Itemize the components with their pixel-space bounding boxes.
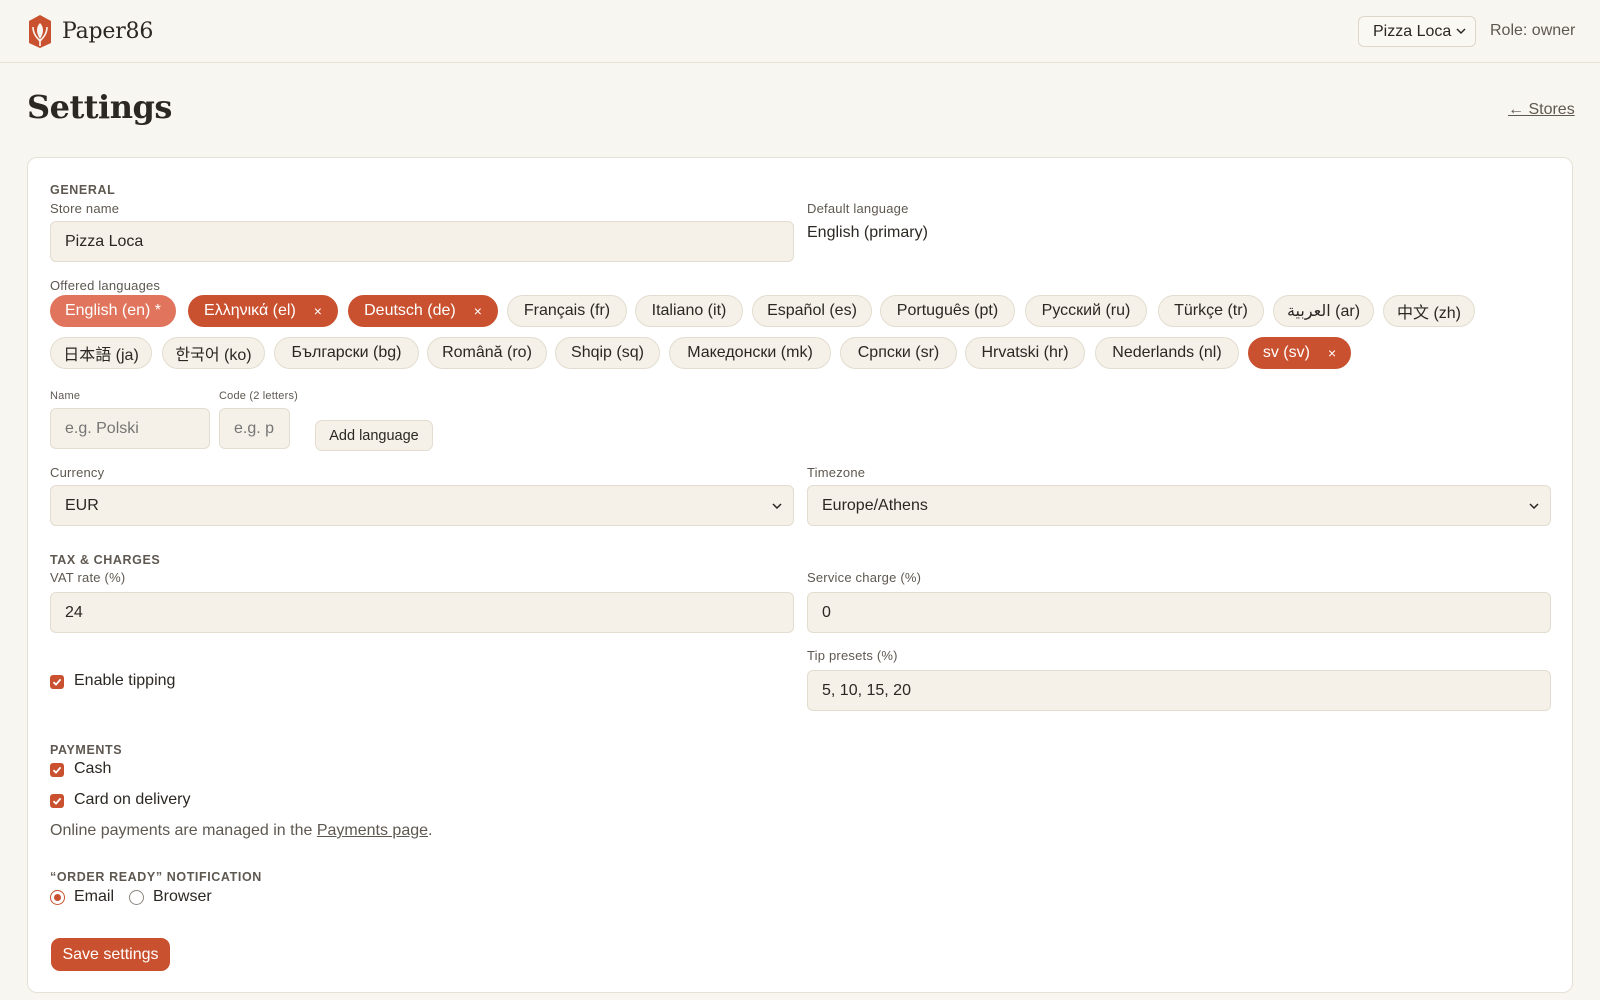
- brand-name: Paper86: [62, 18, 154, 44]
- service-charge-input[interactable]: 0: [807, 592, 1551, 633]
- currency-label: Currency: [50, 465, 105, 480]
- language-chip-es[interactable]: Español (es): [752, 295, 872, 327]
- timezone-select[interactable]: Europe/Athens: [807, 485, 1551, 526]
- timezone-label: Timezone: [807, 465, 866, 480]
- default-language-label: Default language: [807, 201, 909, 216]
- payments-page-link[interactable]: Payments page: [317, 822, 428, 839]
- checkmark-icon: [52, 678, 62, 686]
- tip-presets-label: Tip presets (%): [807, 648, 898, 663]
- language-chip-en[interactable]: English (en) *: [50, 295, 176, 327]
- browser-label: Browser: [153, 888, 212, 905]
- language-chip-mk[interactable]: Македонски (mk): [669, 337, 831, 369]
- currency-select[interactable]: EUR: [50, 485, 794, 526]
- language-chip-tr[interactable]: Türkçe (tr): [1158, 295, 1264, 327]
- offered-languages-label: Offered languages: [50, 278, 161, 293]
- card-on-delivery-checkbox[interactable]: [50, 794, 64, 808]
- section-general: GENERAL: [50, 183, 116, 197]
- store-name-input[interactable]: Pizza Loca: [50, 221, 794, 262]
- service-charge-label: Service charge (%): [807, 570, 922, 585]
- top-bar: Paper86 Pizza Loca Role: owner: [0, 0, 1600, 63]
- currency-value: EUR: [65, 496, 99, 514]
- chevron-down-icon: [1456, 28, 1466, 35]
- service-charge-value: 0: [822, 603, 831, 621]
- vat-rate-input[interactable]: 24: [50, 592, 794, 633]
- settings-card: GENERAL Store name Pizza Loca Default la…: [27, 157, 1573, 993]
- language-chip-sv[interactable]: sv (sv) ×: [1248, 337, 1351, 369]
- store-name-value: Pizza Loca: [65, 232, 144, 250]
- remove-language-icon[interactable]: ×: [474, 303, 482, 319]
- language-chip-ja[interactable]: 日本語 (ja): [50, 337, 152, 369]
- language-chip-de[interactable]: Deutsch (de) ×: [348, 295, 498, 327]
- store-name-label: Store name: [50, 201, 120, 216]
- vat-rate-label: VAT rate (%): [50, 570, 126, 585]
- role-label: Role: owner: [1490, 22, 1576, 39]
- language-chip-hr[interactable]: Hrvatski (hr): [965, 337, 1085, 369]
- save-settings-button[interactable]: Save settings: [51, 938, 170, 971]
- new-language-name-input[interactable]: [50, 408, 210, 449]
- language-chip-pt[interactable]: Português (pt): [880, 295, 1015, 327]
- tip-presets-input[interactable]: 5, 10, 15, 20: [807, 670, 1551, 711]
- enable-tipping-checkbox[interactable]: [50, 675, 64, 689]
- cash-label: Cash: [74, 760, 112, 777]
- language-chip-bg[interactable]: Български (bg): [274, 337, 419, 369]
- checkmark-icon: [52, 766, 62, 774]
- chevron-down-icon: [772, 503, 782, 510]
- new-language-code-label: Code (2 letters): [219, 390, 299, 402]
- language-chip-zh[interactable]: 中文 (zh): [1383, 295, 1475, 327]
- default-language-value: English (primary): [807, 224, 928, 241]
- logo-icon: [29, 15, 51, 48]
- language-chip-it[interactable]: Italiano (it): [635, 295, 743, 327]
- brand[interactable]: Paper86: [26, 13, 153, 49]
- section-order-ready-notification: “ORDER READY” NOTIFICATION: [50, 870, 262, 884]
- online-payments-note: Online payments are managed in the Payme…: [50, 822, 433, 839]
- vat-rate-value: 24: [65, 603, 83, 621]
- language-chip-ru[interactable]: Русский (ru): [1025, 295, 1147, 327]
- back-to-stores-link[interactable]: ← Stores: [1508, 101, 1575, 119]
- language-chip-sq[interactable]: Shqip (sq): [555, 337, 660, 369]
- email-radio[interactable]: [50, 890, 65, 905]
- remove-language-icon[interactable]: ×: [1328, 345, 1336, 361]
- page-title: Settings: [27, 88, 172, 126]
- checkmark-icon: [52, 797, 62, 805]
- browser-radio[interactable]: [129, 890, 144, 905]
- new-language-name-label: Name: [50, 390, 81, 402]
- add-language-button[interactable]: Add language: [315, 420, 433, 451]
- language-chip-ar[interactable]: العربية (ar): [1273, 295, 1374, 327]
- section-payments: PAYMENTS: [50, 743, 123, 757]
- language-chip-nl[interactable]: Nederlands (nl): [1095, 337, 1239, 369]
- language-chip-ro[interactable]: Română (ro): [427, 337, 547, 369]
- remove-language-icon[interactable]: ×: [314, 303, 322, 319]
- language-chip-fr[interactable]: Français (fr): [507, 295, 627, 327]
- chevron-down-icon: [1529, 503, 1539, 510]
- language-chip-el[interactable]: Ελληνικά (el) ×: [188, 295, 338, 327]
- email-label: Email: [74, 888, 115, 905]
- store-selector[interactable]: Pizza Loca: [1358, 16, 1476, 47]
- timezone-value: Europe/Athens: [822, 496, 928, 514]
- section-tax-charges: TAX & CHARGES: [50, 553, 161, 567]
- cash-checkbox[interactable]: [50, 763, 64, 777]
- card-on-delivery-label: Card on delivery: [74, 791, 191, 808]
- tip-presets-value: 5, 10, 15, 20: [822, 681, 911, 699]
- enable-tipping-label: Enable tipping: [74, 672, 176, 689]
- store-selector-value: Pizza Loca: [1373, 23, 1452, 40]
- new-language-code-input[interactable]: [219, 408, 290, 449]
- language-chip-sr[interactable]: Српски (sr): [840, 337, 957, 369]
- language-chip-ko[interactable]: 한국어 (ko): [162, 337, 265, 369]
